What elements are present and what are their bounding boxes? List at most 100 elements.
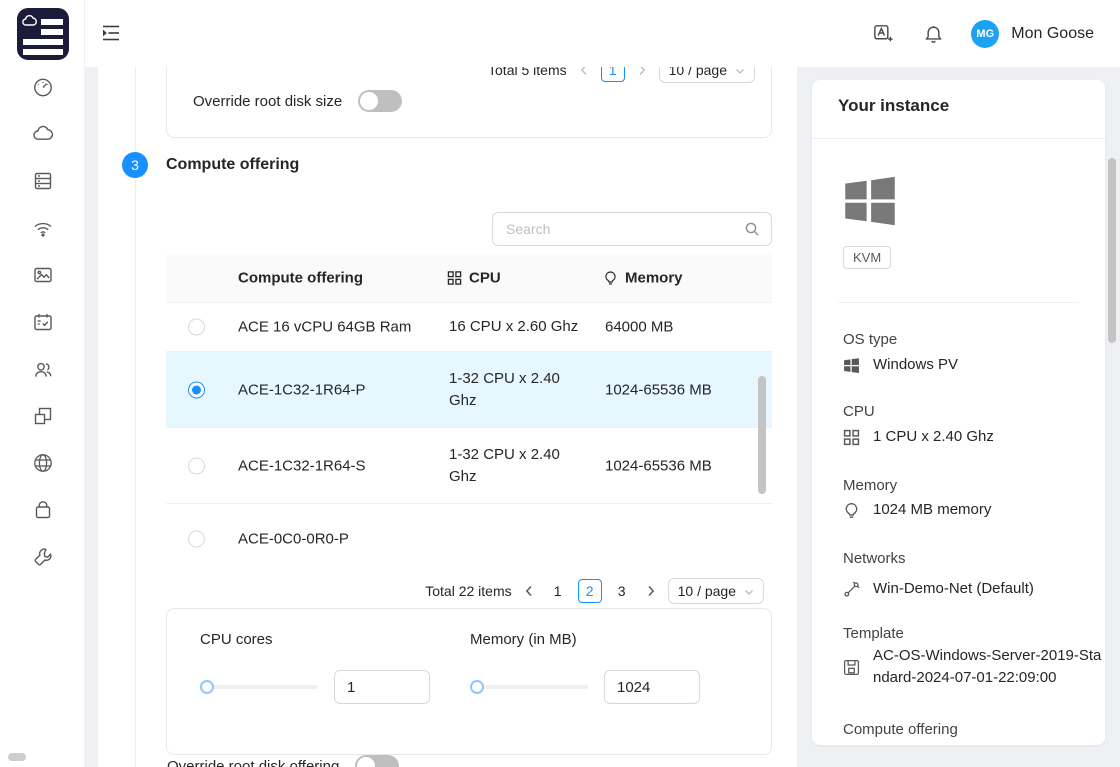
override-root-disk-offering-toggle[interactable] — [355, 755, 399, 767]
menu-unfold-icon[interactable] — [100, 22, 122, 44]
network-wifi-icon[interactable] — [32, 217, 54, 239]
cpu-cores-input[interactable] — [334, 670, 430, 704]
table-row[interactable]: ACE 16 vCPU 64GB Ram 16 CPU x 2.60 Ghz 6… — [166, 303, 772, 352]
memory-slider[interactable] — [470, 680, 588, 694]
bell-icon[interactable] — [921, 22, 945, 46]
offering-cpu: 1-32 CPU x 2.40 Ghz — [449, 368, 581, 412]
search-icon[interactable] — [744, 221, 760, 237]
col-cpu: CPU — [447, 270, 501, 287]
pagination-total: Total 5 items — [488, 67, 567, 78]
page-number-3[interactable]: 3 — [610, 579, 634, 603]
chevron-right-icon[interactable] — [642, 579, 660, 603]
override-root-disk-size-row: Override root disk size — [193, 90, 402, 112]
custom-size-card: CPU cores Memory (in MB) — [166, 608, 772, 755]
events-calendar-icon[interactable] — [32, 311, 54, 333]
row-radio[interactable] — [188, 531, 205, 548]
horizontal-scrollbar-thumb[interactable] — [8, 753, 26, 761]
disk-offering-pagination: Total 5 items 1 10 / page — [488, 67, 755, 82]
sidebar-nav — [0, 76, 85, 568]
pagination-total: Total 22 items — [425, 583, 511, 599]
offering-cpu: 16 CPU x 2.60 Ghz — [449, 316, 629, 338]
cpu-cores-slider[interactable] — [200, 680, 318, 694]
cloud-compute-icon[interactable] — [32, 123, 54, 145]
row-radio[interactable] — [188, 319, 205, 336]
network-plug-icon — [843, 581, 860, 598]
users-icon[interactable] — [32, 358, 54, 380]
step-3-header: 3 Compute offering — [122, 152, 299, 178]
row-radio[interactable] — [188, 457, 205, 474]
wizard-panel: Total 5 items 1 10 / page Override root … — [98, 67, 797, 767]
cpu-grid-icon — [447, 271, 462, 286]
divider — [812, 138, 1105, 139]
config-wrench-icon[interactable] — [32, 546, 54, 568]
offerings-bag-icon[interactable] — [32, 499, 54, 521]
logo-cloud-icon — [21, 14, 39, 28]
os-type-value: Windows PV — [843, 356, 958, 374]
storage-icon[interactable] — [32, 170, 54, 192]
memory-input[interactable] — [604, 670, 700, 704]
sidebar — [0, 0, 85, 767]
page-size-select[interactable]: 10 / page — [659, 67, 755, 83]
user-name[interactable]: Mon Goose — [1011, 25, 1094, 43]
step-number-badge: 3 — [122, 152, 148, 178]
table-scrollbar-thumb[interactable] — [758, 376, 766, 494]
images-icon[interactable] — [32, 264, 54, 286]
page-number-2-active[interactable]: 2 — [578, 579, 602, 603]
page-size-select[interactable]: 10 / page — [668, 578, 764, 604]
your-instance-panel: Your instance KVM OS type Windows PV CPU… — [812, 80, 1105, 745]
offering-name: ACE-0C0-0R0-P — [238, 531, 349, 548]
search-box — [492, 212, 772, 246]
bulb-icon — [843, 502, 860, 519]
chevron-left-icon[interactable] — [575, 67, 593, 82]
page-scrollbar-thumb[interactable] — [1108, 158, 1116, 343]
memory-label: Memory — [843, 477, 897, 494]
cpu-label: CPU — [843, 403, 875, 420]
offering-memory: 1024-65536 MB — [605, 457, 712, 474]
top-right-cluster: MG Mon Goose — [871, 0, 1094, 67]
projects-blocks-icon[interactable] — [32, 405, 54, 427]
disk-size-card: Total 5 items 1 10 / page Override root … — [166, 67, 772, 138]
table-row-selected[interactable]: ACE-1C32-1R64-P 1-32 CPU x 2.40 Ghz 1024… — [166, 352, 772, 428]
cpu-grid-icon — [843, 429, 860, 446]
memory-label: Memory (in MB) — [470, 631, 700, 648]
cpu-cores-group: CPU cores — [200, 631, 430, 704]
override-root-disk-size-label: Override root disk size — [193, 93, 342, 110]
dashboard-icon[interactable] — [32, 76, 54, 98]
template-label: Template — [843, 625, 904, 642]
row-radio-checked[interactable] — [188, 381, 205, 398]
offering-name: ACE-1C32-1R64-S — [238, 457, 366, 474]
col-memory: Memory — [603, 270, 683, 287]
bulb-icon — [603, 271, 618, 286]
offering-cpu: 1-32 CPU x 2.40 Ghz — [449, 444, 581, 488]
app-screen: MG Mon Goose — [0, 0, 1120, 767]
override-root-disk-offering-row: Override root disk offering — [167, 755, 399, 767]
app-logo[interactable] — [17, 8, 69, 60]
infrastructure-globe-icon[interactable] — [32, 452, 54, 474]
search-input[interactable] — [504, 220, 744, 238]
divider — [838, 302, 1079, 303]
chevron-right-icon[interactable] — [633, 67, 651, 82]
hypervisor-tag: KVM — [843, 246, 891, 269]
page-number-active[interactable]: 1 — [601, 67, 625, 82]
chevron-left-icon[interactable] — [520, 579, 538, 603]
networks-value: Win-Demo-Net (Default) — [843, 580, 1034, 598]
offering-name: ACE-1C32-1R64-P — [238, 381, 366, 398]
windows-icon — [843, 357, 860, 374]
translate-icon[interactable] — [871, 22, 895, 46]
networks-label: Networks — [843, 550, 906, 567]
user-avatar[interactable]: MG — [971, 20, 999, 48]
memory-group: Memory (in MB) — [470, 631, 700, 704]
compute-offering-table: Compute offering CPU Memory ACE 16 vCPU … — [166, 254, 772, 570]
table-row[interactable]: ACE-0C0-0R0-P — [166, 504, 772, 570]
os-type-label: OS type — [843, 331, 897, 348]
page-number-1[interactable]: 1 — [546, 579, 570, 603]
table-header: Compute offering CPU Memory — [166, 254, 772, 303]
col-compute-offering: Compute offering — [238, 270, 363, 287]
template-value: AC-OS-Windows-Server-2019-Standard-2024-… — [843, 645, 1107, 689]
slider-handle[interactable] — [200, 680, 214, 694]
table-row[interactable]: ACE-1C32-1R64-S 1-32 CPU x 2.40 Ghz 1024… — [166, 428, 772, 504]
override-root-disk-size-toggle[interactable] — [358, 90, 402, 112]
chevron-down-icon — [744, 583, 754, 599]
offering-memory: 1024-65536 MB — [605, 381, 712, 398]
slider-handle[interactable] — [470, 680, 484, 694]
